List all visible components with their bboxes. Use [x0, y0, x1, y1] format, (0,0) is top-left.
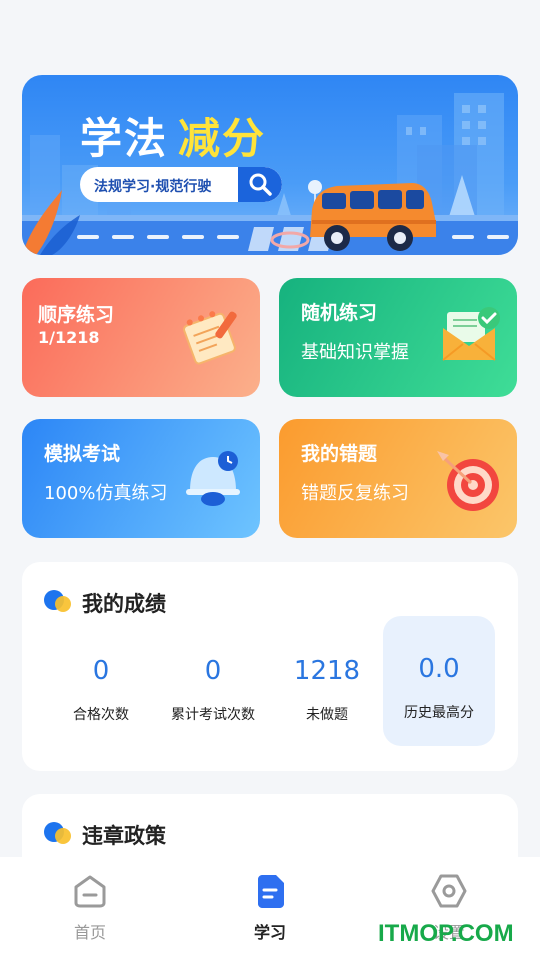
card-title: 随机练习 [301, 302, 378, 324]
section-dots-icon [44, 590, 72, 612]
banner-title-white: 学法 [80, 114, 169, 163]
tab-study[interactable]: 学习 [220, 873, 320, 953]
banner[interactable]: 学法 减分 法规学习·规范行驶 [22, 75, 518, 255]
card-subtitle: 基础知识掌握 [301, 342, 409, 363]
home-icon [74, 875, 106, 908]
card-subtitle: 100%仿真练习 [44, 483, 168, 504]
stat-label: 累计考试次数 [171, 707, 255, 723]
banner-search-bar[interactable]: 法规学习·规范行驶 [80, 167, 282, 202]
tab-label: 学习 [253, 923, 286, 942]
stat-pass-count: 0 合格次数 [46, 618, 156, 748]
stat-label: 未做题 [306, 707, 348, 723]
envelope-check-icon [442, 307, 500, 361]
score-panel: 我的成绩 0 合格次数 0 累计考试次数 1218 未做题 0.0 历史最高分 [22, 562, 518, 771]
section-dots-icon [44, 822, 72, 844]
search-button[interactable] [238, 167, 282, 202]
stat-total-exams: 0 累计考试次数 [158, 618, 268, 748]
card-subtitle: 错题反复练习 [301, 483, 409, 504]
card-title: 模拟考试 [44, 443, 121, 465]
banner-title: 学法 减分 [80, 105, 266, 166]
search-icon [249, 173, 272, 196]
card-sequential-practice[interactable]: 顺序练习 1/1218 [22, 278, 260, 397]
card-mock-exam[interactable]: 模拟考试 100%仿真练习 [22, 419, 260, 538]
settings-hexagon-icon [431, 874, 467, 908]
score-panel-title: 我的成绩 [82, 592, 166, 616]
banner-search-text: 法规学习·规范行驶 [94, 179, 212, 195]
card-title: 顺序练习 [38, 304, 115, 326]
stat-value: 0 [204, 656, 222, 686]
watermark: ITMOP.COM [378, 920, 514, 947]
policy-panel-title: 违章政策 [82, 824, 166, 848]
stat-label: 历史最高分 [404, 705, 474, 721]
card-random-practice[interactable]: 随机练习 基础知识掌握 [279, 278, 517, 397]
stat-label: 合格次数 [73, 707, 129, 723]
stat-value: 0 [92, 656, 110, 686]
alarm-bell-icon [186, 451, 240, 506]
stat-value: 1218 [293, 656, 361, 686]
stat-undone: 1218 未做题 [272, 618, 382, 748]
notepad-pen-icon [183, 311, 237, 365]
card-title: 我的错题 [301, 443, 378, 465]
document-icon [258, 875, 284, 908]
tab-home[interactable]: 首页 [40, 873, 140, 953]
tab-label: 首页 [73, 923, 106, 942]
stat-value: 0.0 [418, 654, 460, 684]
card-progress: 1/1218 [38, 328, 100, 347]
card-my-mistakes[interactable]: 我的错题 错题反复练习 [279, 419, 517, 538]
target-arrow-icon [437, 451, 499, 511]
stat-best-score: 0.0 历史最高分 [383, 616, 495, 746]
banner-title-highlight: 减分 [178, 114, 267, 163]
